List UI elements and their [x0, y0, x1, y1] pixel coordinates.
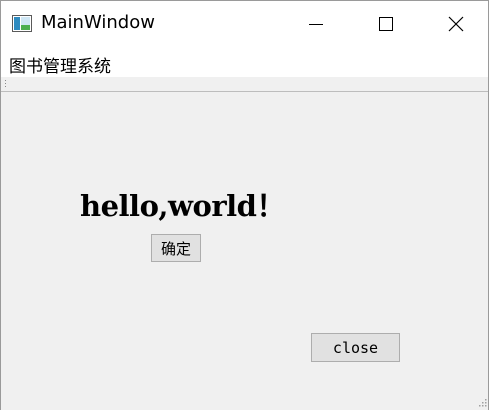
size-grip-icon[interactable] — [477, 397, 487, 407]
minimize-icon — [309, 24, 323, 25]
maximize-icon — [379, 17, 393, 31]
menu-bar: 图书管理系统 — [1, 47, 488, 77]
main-window: MainWindow 图书管理系统 hello,world！ 确定 close — [0, 0, 489, 410]
app-window-icon — [12, 15, 32, 32]
toolbar-grip-icon[interactable] — [5, 79, 7, 88]
confirm-button[interactable]: 确定 — [151, 234, 201, 262]
close-button[interactable]: close — [311, 333, 400, 362]
close-icon — [448, 16, 464, 32]
window-title: MainWindow — [41, 12, 155, 33]
close-window-button[interactable] — [421, 1, 490, 47]
greeting-label: hello,world！ — [80, 189, 285, 223]
menu-item-library-system[interactable]: 图书管理系统 — [9, 52, 111, 77]
central-widget — [1, 92, 488, 410]
toolbar — [1, 77, 488, 92]
maximize-button[interactable] — [351, 1, 421, 47]
title-bar[interactable]: MainWindow — [1, 1, 488, 47]
minimize-button[interactable] — [281, 1, 351, 47]
